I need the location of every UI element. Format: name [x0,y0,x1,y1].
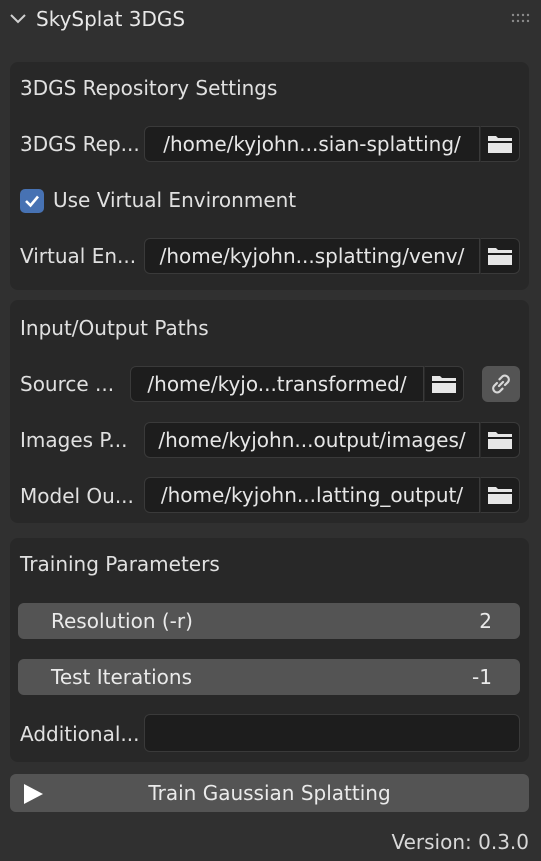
resolution-field[interactable]: Resolution (-r) 2 [18,603,520,639]
use-venv-checkbox[interactable] [20,189,44,213]
images-path-label: Images P... [20,428,128,452]
folder-icon [488,487,512,504]
images-path-field[interactable]: /home/kyjohn...output/images/ [144,422,480,458]
source-browse-button[interactable] [424,366,464,402]
venv-path-field[interactable]: /home/kyjohn...splatting/venv/ [144,238,480,274]
panel-title: SkySplat 3DGS [36,7,186,31]
training-params-box: Training Parameters Resolution (-r) 2 Te… [10,538,529,762]
test-iterations-value: -1 [472,665,492,689]
io-paths-box: Input/Output Paths Source ... /home/kyjo… [10,300,529,523]
test-iterations-field[interactable]: Test Iterations -1 [18,659,520,695]
folder-icon [432,376,456,393]
source-path-label: Source ... [20,372,115,396]
images-browse-button[interactable] [480,422,520,458]
train-button-label: Train Gaussian Splatting [148,781,391,805]
folder-icon [488,136,512,153]
training-params-title: Training Parameters [20,552,220,576]
resolution-label: Resolution (-r) [51,609,193,633]
repo-path-field[interactable]: /home/kyjohn...sian-splatting/ [144,126,480,162]
repo-path-label: 3DGS Rep... [20,132,140,156]
use-venv-label[interactable]: Use Virtual Environment [53,188,296,212]
checkmark-icon [25,195,39,208]
additional-args-label: Additional... [20,722,140,746]
chevron-down-icon[interactable] [9,12,27,26]
folder-icon [488,432,512,449]
repo-settings-title: 3DGS Repository Settings [20,76,278,100]
io-paths-title: Input/Output Paths [20,316,209,340]
model-path-field[interactable]: /home/kyjohn...latting_output/ [144,477,480,513]
venv-path-label: Virtual En... [20,244,137,268]
repo-settings-box: 3DGS Repository Settings 3DGS Rep... /ho… [10,62,529,290]
grip-icon[interactable] [511,12,531,24]
panel-header[interactable]: SkySplat 3DGS [0,0,541,40]
resolution-value: 2 [479,609,492,633]
venv-browse-button[interactable] [480,238,520,274]
train-button[interactable]: Train Gaussian Splatting [10,774,529,812]
repo-browse-button[interactable] [480,126,520,162]
source-path-field[interactable]: /home/kyjo...transformed/ [130,366,424,402]
model-browse-button[interactable] [480,477,520,513]
link-paths-button[interactable] [482,366,520,402]
model-path-label: Model Ou... [20,484,134,508]
version-label: Version: 0.3.0 [391,830,529,854]
folder-icon [488,248,512,265]
additional-args-field[interactable] [144,714,520,752]
link-icon [492,374,510,394]
test-iterations-label: Test Iterations [51,665,192,689]
